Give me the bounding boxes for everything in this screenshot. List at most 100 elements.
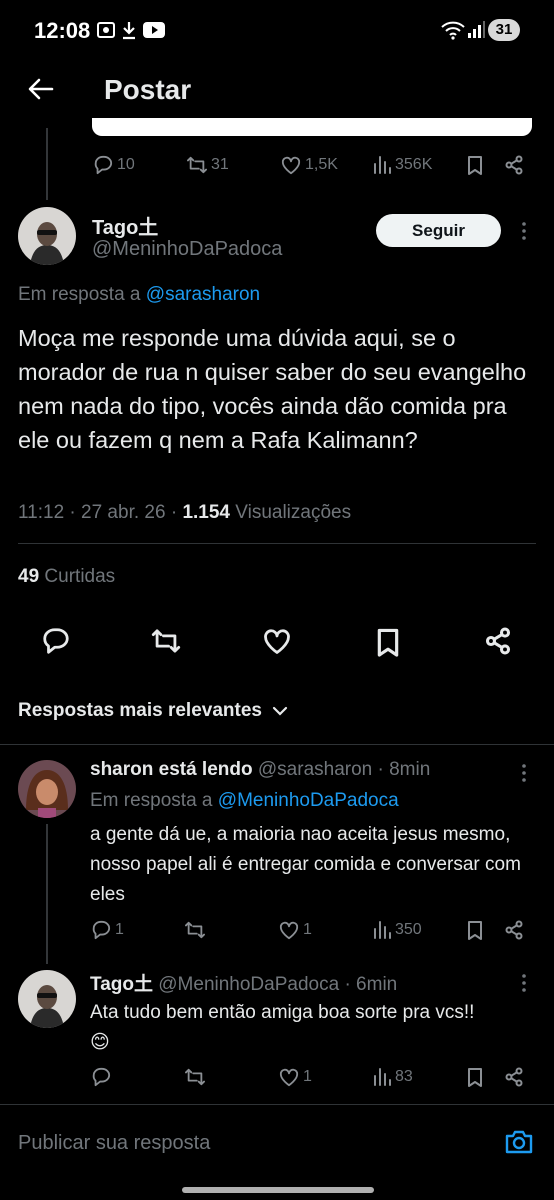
- avatar-image: [18, 970, 76, 1028]
- views-icon: [374, 921, 391, 939]
- heart-icon: [281, 156, 301, 175]
- follow-button-label: Seguir: [412, 221, 465, 240]
- post-meta: 11:12 · 27 abr. 26 · 1.154 Visualizações: [18, 502, 351, 524]
- views-button[interactable]: 356K: [372, 155, 432, 175]
- battery-level: 31: [495, 21, 513, 38]
- share-button[interactable]: [504, 155, 524, 175]
- camera-button[interactable]: [504, 1129, 534, 1155]
- reply-icon: [94, 155, 113, 175]
- reply-button[interactable]: 1: [90, 920, 124, 940]
- thread-line: [46, 824, 48, 964]
- smiling-emoji: 😊: [90, 1032, 110, 1053]
- author-name[interactable]: Tago⼟: [92, 211, 158, 240]
- reply-icon: [92, 920, 111, 940]
- repost-count: 31: [211, 156, 229, 173]
- reply-prefix: Em resposta a: [18, 284, 141, 305]
- repost-icon: [151, 629, 181, 653]
- reply-composer[interactable]: Publicar sua resposta: [0, 1105, 554, 1200]
- avatar-image: [18, 760, 76, 818]
- composer-placeholder[interactable]: Publicar sua resposta: [18, 1132, 210, 1155]
- repost-button[interactable]: 31: [186, 155, 229, 175]
- avatar-image: [18, 207, 76, 265]
- bookmark-action-button[interactable]: [375, 627, 401, 657]
- status-time: 12:08: [34, 18, 91, 43]
- like-button[interactable]: 1: [278, 920, 312, 940]
- repost-icon: [185, 1068, 205, 1086]
- reply-text: a gente dá ue, a maioria nao aceita jesu…: [90, 824, 521, 905]
- page-title: Postar: [104, 74, 192, 105]
- heart-icon: [279, 921, 299, 940]
- chevron-down-icon: [272, 706, 288, 716]
- follow-button[interactable]: Seguir: [376, 214, 501, 247]
- views-icon: [374, 1068, 391, 1086]
- reply-author-name[interactable]: sharon está lendo: [90, 759, 253, 780]
- bookmark-icon: [468, 156, 482, 175]
- reply-author-name[interactable]: Tago⼟: [90, 974, 153, 995]
- reply-action-button[interactable]: [41, 627, 71, 655]
- reply-context: Em resposta a @sarasharon: [18, 284, 260, 306]
- more-vertical-icon: [522, 764, 526, 782]
- reply-count: 1: [115, 921, 124, 938]
- views-button[interactable]: 350: [372, 920, 422, 940]
- repost-icon: [185, 921, 205, 939]
- sort-label: Respostas mais relevantes: [18, 700, 262, 721]
- reply-to-link[interactable]: @sarasharon: [146, 284, 260, 305]
- like-button[interactable]: 1: [278, 1067, 312, 1087]
- likes-label: Curtidas: [44, 566, 116, 587]
- signal-icon: [467, 21, 485, 39]
- bookmark-icon: [468, 1068, 482, 1087]
- battery-badge: 31: [488, 19, 520, 41]
- back-button[interactable]: [26, 74, 56, 104]
- previous-post-card-edge: [92, 118, 532, 136]
- like-count: 1: [303, 921, 312, 938]
- reply-icon: [92, 1067, 111, 1087]
- share-icon: [505, 155, 523, 175]
- share-button[interactable]: [504, 1067, 524, 1087]
- avatar[interactable]: [18, 760, 76, 818]
- reply-handle-time: @MeninhoDaPadoca · 6min: [158, 974, 398, 995]
- reply-actions: 1 83: [90, 1066, 530, 1088]
- more-options-button[interactable]: [520, 763, 528, 783]
- reply-button[interactable]: [90, 1067, 115, 1087]
- reply-to-link[interactable]: @MeninhoDaPadoca: [218, 790, 399, 811]
- avatar[interactable]: [18, 207, 76, 265]
- bookmark-button[interactable]: [466, 155, 484, 175]
- more-options-button[interactable]: [520, 221, 528, 241]
- youtube-icon: [143, 22, 165, 38]
- repost-button[interactable]: [184, 920, 209, 940]
- avatar[interactable]: [18, 970, 76, 1028]
- reply-header: Tago⼟ @MeninhoDaPadoca · 6min: [90, 969, 397, 996]
- reply-button[interactable]: 10: [92, 155, 135, 175]
- views-icon: [374, 156, 391, 174]
- repost-icon: [187, 156, 207, 174]
- reply-header: sharon está lendo @sarasharon · 8min: [90, 759, 430, 781]
- wifi-icon: [440, 20, 466, 40]
- home-indicator: [182, 1187, 374, 1193]
- share-icon: [505, 1067, 523, 1087]
- bookmark-button[interactable]: [466, 920, 484, 940]
- heart-icon: [279, 1068, 299, 1087]
- like-action-button[interactable]: [261, 627, 293, 655]
- like-count: 1: [303, 1068, 312, 1085]
- reply-icon: [43, 628, 69, 654]
- sort-dropdown[interactable]: Respostas mais relevantes: [18, 700, 288, 722]
- reply-count: 10: [117, 156, 135, 173]
- repost-action-button[interactable]: [150, 627, 182, 655]
- bookmark-icon: [468, 921, 482, 940]
- bookmark-button[interactable]: [466, 1067, 484, 1087]
- more-vertical-icon: [522, 974, 526, 992]
- repost-button[interactable]: [184, 1067, 209, 1087]
- like-button[interactable]: 1,5K: [280, 155, 338, 175]
- share-action-button[interactable]: [484, 627, 512, 655]
- more-options-button[interactable]: [520, 973, 528, 993]
- likes-summary[interactable]: 49 Curtidas: [18, 566, 115, 588]
- likes-count: 49: [18, 566, 40, 587]
- author-handle[interactable]: @MeninhoDaPadoca: [92, 238, 282, 261]
- share-button[interactable]: [504, 920, 524, 940]
- views-count: 356K: [395, 156, 433, 173]
- divider: [0, 744, 554, 745]
- views-count: 350: [395, 921, 422, 938]
- like-count: 1,5K: [305, 156, 338, 173]
- thread-line: [46, 128, 48, 200]
- views-button[interactable]: 83: [372, 1067, 413, 1087]
